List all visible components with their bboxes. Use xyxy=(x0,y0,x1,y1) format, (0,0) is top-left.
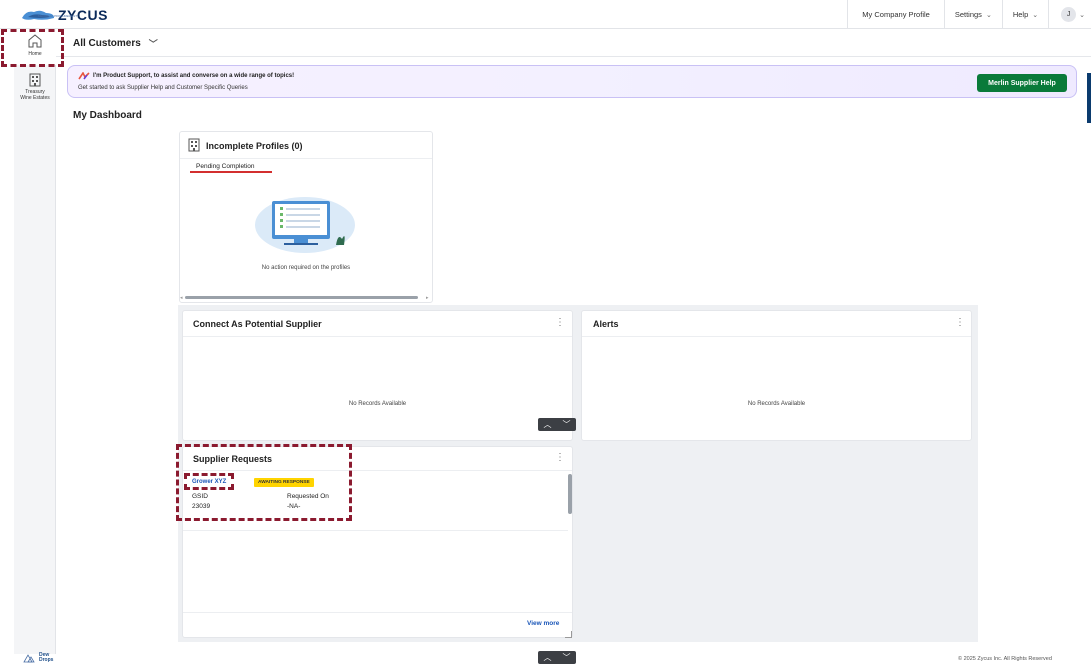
tab-pending-completion[interactable]: Pending Completion xyxy=(196,163,255,170)
active-tab-underline xyxy=(190,171,272,173)
view-more-link[interactable]: View more xyxy=(527,620,559,627)
top-nav: My Company Profile Settings ⌄ Help ⌄ J ⌄ xyxy=(847,0,1091,29)
chevron-down-icon: ⌄ xyxy=(1032,11,1039,19)
supplier-requests-card xyxy=(182,446,573,638)
chevron-up-icon[interactable]: ︿ xyxy=(544,652,552,663)
brand-tagline: MERLIN AI PROCUREMENT xyxy=(38,14,78,18)
left-rail: Home Treasury Wine Estates xyxy=(14,29,56,654)
requested-on-label: Requested On xyxy=(287,493,329,500)
merlin-sparkle-icon xyxy=(78,72,90,80)
resize-handle[interactable] xyxy=(565,631,572,638)
kebab-menu-icon[interactable]: ⋮ xyxy=(955,317,965,328)
side-feedback-tab[interactable] xyxy=(1087,73,1091,123)
gsid-label: GSID xyxy=(192,493,208,500)
product-support-banner: I'm Product Support, to assist and conve… xyxy=(67,65,1077,98)
chevron-down-icon[interactable]: ﹀ xyxy=(563,652,571,663)
monitor-checklist-illustration xyxy=(255,197,355,253)
building-icon xyxy=(188,138,200,152)
horizontal-scrollbar[interactable] xyxy=(185,296,418,299)
my-company-profile-link[interactable]: My Company Profile xyxy=(847,0,944,29)
top-bar: ZYCUS MERLIN AI PROCUREMENT My Company P… xyxy=(0,0,1091,29)
rail-item-treasury[interactable]: Treasury Wine Estates xyxy=(14,65,56,101)
kebab-menu-icon[interactable]: ⋮ xyxy=(555,452,565,463)
user-menu[interactable]: J ⌄ xyxy=(1048,0,1091,29)
chevron-down-icon[interactable]: ﹀ xyxy=(563,419,571,430)
customer-selector-label: All Customers xyxy=(73,38,141,49)
status-badge: AWAITING RESPONSE xyxy=(254,478,314,487)
card-header-divider xyxy=(183,336,572,337)
my-company-profile-label: My Company Profile xyxy=(862,10,930,19)
alerts-title: Alerts xyxy=(593,319,619,329)
list-item-divider xyxy=(183,530,568,531)
gsid-value: 23039 xyxy=(192,503,211,510)
footer-copyright: © 2025 Zycus Inc. All Rights Reserved xyxy=(958,656,1052,662)
connect-supplier-card xyxy=(182,310,573,441)
card-header-divider xyxy=(582,336,971,337)
incomplete-profiles-title: Incomplete Profiles (0) xyxy=(206,141,303,151)
card-header-divider xyxy=(183,470,572,471)
rail-home-label: Home xyxy=(28,51,42,57)
scroll-right-icon[interactable]: ▸ xyxy=(426,295,429,301)
chevron-down-icon: ﹀ xyxy=(148,39,158,49)
banner-title: I'm Product Support, to assist and conve… xyxy=(93,73,295,79)
building-icon xyxy=(29,73,41,87)
chevron-down-icon: ⌄ xyxy=(985,11,992,19)
vertical-scrollbar[interactable] xyxy=(568,474,572,514)
supplier-request-name-link[interactable]: Grower XYZ xyxy=(192,479,226,485)
settings-menu[interactable]: Settings ⌄ xyxy=(943,0,1002,29)
chevron-down-icon: ⌄ xyxy=(1079,11,1085,19)
card-footer-divider xyxy=(183,612,572,613)
customer-selector[interactable]: All Customers ﹀ xyxy=(73,37,158,50)
alerts-empty-text: No Records Available xyxy=(747,401,806,407)
collapse-expand-control[interactable]: ︿ ﹀ xyxy=(538,418,576,431)
chevron-up-icon[interactable]: ︿ xyxy=(544,419,552,430)
kebab-menu-icon[interactable]: ⋮ xyxy=(555,317,565,328)
supplier-requests-title: Supplier Requests xyxy=(193,454,273,464)
scroll-left-icon[interactable]: ◂ xyxy=(180,295,183,301)
requested-on-value: -NA- xyxy=(287,503,301,510)
banner-subtitle: Get started to ask Supplier Help and Cus… xyxy=(78,85,248,91)
home-icon xyxy=(28,34,42,48)
help-label: Help xyxy=(1012,10,1029,19)
connect-supplier-empty-text: No Records Available xyxy=(348,401,407,407)
rail-item-home[interactable]: Home xyxy=(14,29,56,65)
footer-logo: Dew Drops xyxy=(22,653,57,663)
dashboard-title: My Dashboard xyxy=(73,110,142,121)
help-menu[interactable]: Help ⌄ xyxy=(1001,0,1048,29)
merlin-supplier-help-button[interactable]: Merlin Supplier Help xyxy=(977,74,1067,92)
header-divider xyxy=(56,56,1091,57)
rail-treasury-label: Treasury Wine Estates xyxy=(20,89,50,101)
user-avatar[interactable]: J xyxy=(1061,7,1077,22)
settings-label: Settings xyxy=(954,10,982,19)
banner-title-row: I'm Product Support, to assist and conve… xyxy=(78,72,294,80)
footer-logo-text: Dew Drops xyxy=(39,652,54,663)
droplet-icon xyxy=(23,654,35,663)
page-scroll-control[interactable]: ︿ ﹀ xyxy=(538,651,576,664)
incomplete-profiles-empty-text: No action required on the profiles xyxy=(261,265,351,271)
card-header-divider xyxy=(180,158,432,159)
connect-supplier-title: Connect As Potential Supplier xyxy=(193,319,322,329)
alerts-card xyxy=(581,310,972,441)
